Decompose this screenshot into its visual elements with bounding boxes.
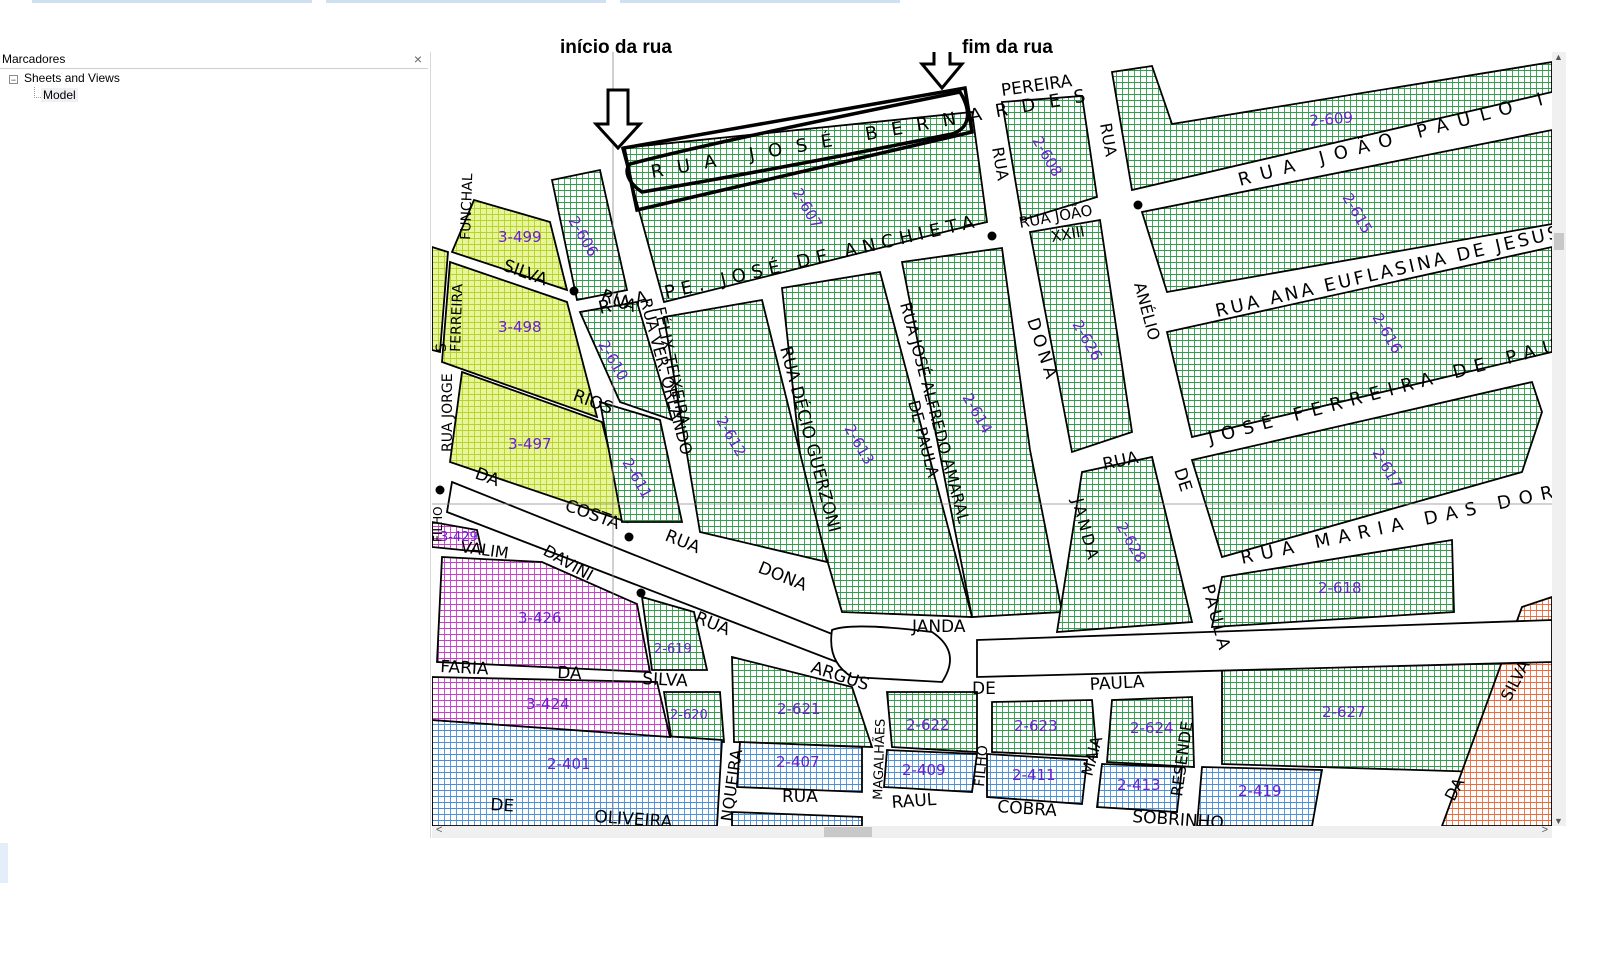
lot-label: 3-426 xyxy=(518,609,562,627)
street-de-b: DE xyxy=(490,795,515,817)
street-faria: FARIA xyxy=(440,657,490,680)
survey-point xyxy=(435,485,445,495)
bottom-strip xyxy=(0,843,8,883)
lot-label: 3-497 xyxy=(508,435,552,453)
scroll-left-icon[interactable]: < xyxy=(436,824,442,836)
lot-label: 2-621 xyxy=(777,700,821,718)
lot-label: 2-624 xyxy=(1130,719,1174,737)
survey-point xyxy=(987,231,997,241)
horizontal-scroll-thumb[interactable] xyxy=(824,827,872,837)
horizontal-scrollbar[interactable]: < > xyxy=(432,824,1552,838)
scroll-up-icon[interactable]: ▲ xyxy=(1554,52,1563,62)
tree-item-sheets-and-views[interactable]: Sheets and Views xyxy=(24,71,120,85)
lot-label: 2-618 xyxy=(1318,579,1362,597)
lot-label: 2-407 xyxy=(776,753,820,771)
street-rua-v1: RUA xyxy=(988,145,1013,182)
survey-point xyxy=(636,588,646,598)
collapse-icon[interactable]: − xyxy=(9,75,18,85)
street-raul: RAUL xyxy=(891,790,937,813)
street-cobra: COBRA xyxy=(997,797,1058,821)
lot-label: 3-498 xyxy=(498,318,542,336)
lot-label: 3-424 xyxy=(526,695,570,713)
street-ferreira: FERREIRA xyxy=(448,283,466,352)
arrow-end-icon xyxy=(918,52,966,91)
street-janda: JANDA xyxy=(911,617,966,637)
top-tab-3[interactable] xyxy=(620,0,900,3)
vertical-scroll-thumb[interactable] xyxy=(1554,233,1564,250)
lot-label: 2-620 xyxy=(670,708,708,723)
vertical-scrollbar[interactable]: ▲ ▼ xyxy=(1552,52,1566,826)
lot-label: 2-627 xyxy=(1322,703,1366,721)
lot-label: 2-622 xyxy=(906,716,950,734)
bookmarks-panel: Marcadores × − Sheets and Views Model xyxy=(0,51,431,838)
survey-point xyxy=(624,532,634,542)
street-dona2: DONA xyxy=(755,558,810,596)
street-rua-b: RUA xyxy=(782,787,818,807)
scroll-down-icon[interactable]: ▼ xyxy=(1554,816,1563,826)
top-tab-2[interactable] xyxy=(326,0,606,3)
street-jorge: RUA JORGE xyxy=(440,373,456,452)
street-de: DE xyxy=(1169,465,1195,494)
street-rua-v2: RUA xyxy=(1096,121,1121,158)
lot-label: 3-499 xyxy=(498,228,542,246)
panel-title: Marcadores xyxy=(2,52,66,66)
lot-label: 2-619 xyxy=(654,642,692,657)
lot-label: 2-411 xyxy=(1012,766,1056,784)
lot-label: 2-623 xyxy=(1014,717,1058,735)
scroll-right-icon[interactable]: > xyxy=(1542,824,1548,836)
street-rua-c: RUA xyxy=(662,526,703,558)
street-s: S xyxy=(434,343,450,352)
arrow-start-icon xyxy=(592,88,644,151)
lot-label: 2-419 xyxy=(1238,782,1282,800)
map-viewport[interactable]: RUA JOSÉ BERNARDES PEREIRA RUA JOÃO PAUL… xyxy=(432,52,1552,826)
street-de-paula: DE xyxy=(972,679,996,699)
top-tab-1[interactable] xyxy=(32,0,312,3)
survey-point xyxy=(569,286,579,296)
street-magalhaes: MAGALHÃES xyxy=(870,718,889,800)
lot-label: 2-409 xyxy=(902,761,946,779)
street-da: DA xyxy=(557,663,583,684)
tree-item-model[interactable]: Model xyxy=(41,88,78,102)
lot-label: 3-429 xyxy=(440,530,478,545)
panel-header: Marcadores × xyxy=(0,51,428,69)
close-icon[interactable]: × xyxy=(414,51,422,67)
street-anelio: ANÉLIO xyxy=(1130,280,1164,342)
street-funchal: FUNCHAL xyxy=(458,173,476,240)
lot-label: 2-401 xyxy=(547,755,591,773)
lot-label: 2-413 xyxy=(1117,776,1161,794)
cadastral-map: RUA JOSÉ BERNARDES PEREIRA RUA JOÃO PAUL… xyxy=(432,52,1552,826)
street-silva: SILVA xyxy=(642,669,689,691)
survey-point xyxy=(1133,200,1143,210)
lot-2-lower xyxy=(731,811,863,826)
street-paula2: PAULA xyxy=(1089,672,1145,695)
tree-connector xyxy=(34,97,41,98)
lot-label: 2-609 xyxy=(1309,108,1354,130)
